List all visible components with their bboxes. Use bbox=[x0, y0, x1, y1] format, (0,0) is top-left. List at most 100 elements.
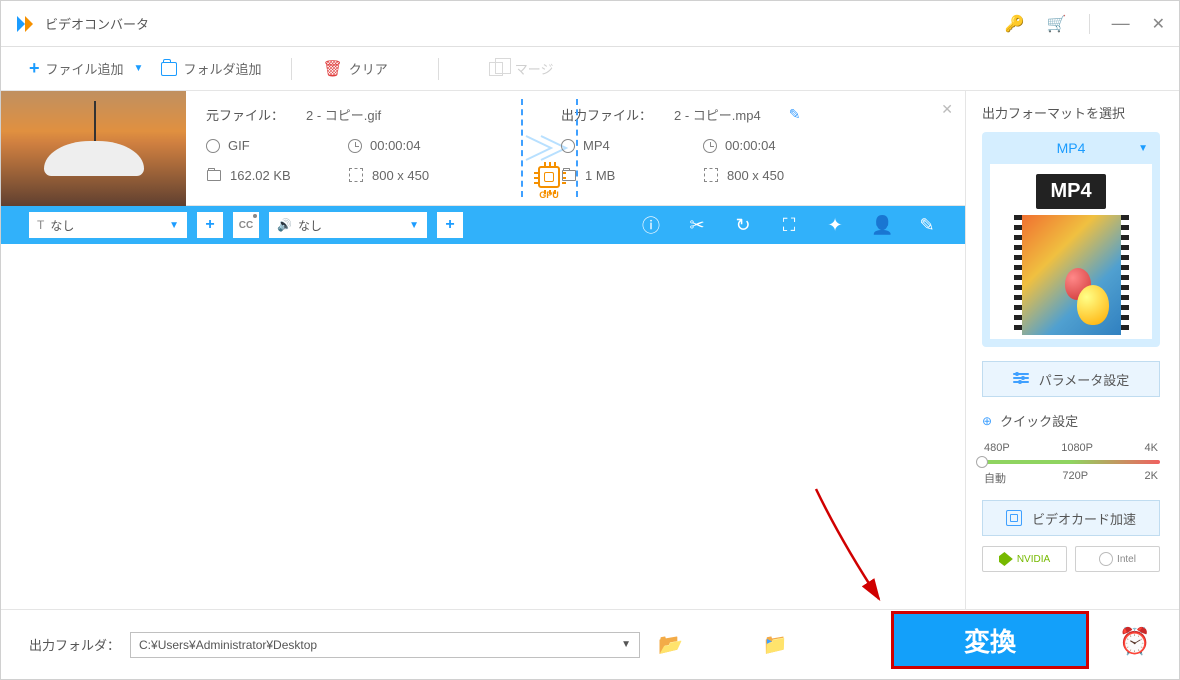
video-thumbnail[interactable] bbox=[1, 91, 186, 206]
edit-tool-icon[interactable]: ✎ bbox=[917, 215, 937, 236]
output-folder-select[interactable]: C:¥Users¥Administrator¥Desktop ▼ bbox=[130, 632, 640, 658]
sliders-icon bbox=[1013, 373, 1029, 385]
res-1080p: 1080P bbox=[1061, 442, 1093, 454]
key-icon[interactable]: 🔑 bbox=[1005, 14, 1025, 34]
clear-label: クリア bbox=[349, 59, 388, 78]
dimension-icon bbox=[704, 168, 718, 182]
target-icon: ⊕ bbox=[982, 414, 992, 428]
parameter-label: パラメータ設定 bbox=[1039, 370, 1130, 389]
gpu-acceleration-button[interactable]: ビデオカード加速 bbox=[982, 500, 1160, 536]
source-size: 162.02 KB bbox=[230, 168, 291, 183]
side-panel: 出力フォーマットを選択 MP4 ▼ MP4 パラメータ設定 ⊕ クイック設定 4… bbox=[966, 91, 1176, 609]
clock-icon bbox=[348, 139, 362, 153]
gpu-accel-label: ビデオカード加速 bbox=[1032, 509, 1136, 528]
size-icon bbox=[207, 170, 221, 181]
schedule-button[interactable]: ⏰ bbox=[1119, 626, 1151, 657]
close-button[interactable]: ✕ bbox=[1152, 14, 1165, 34]
source-file-label: 元ファイル： bbox=[206, 105, 284, 124]
minimize-button[interactable]: — bbox=[1112, 13, 1130, 34]
res-4k: 4K bbox=[1145, 442, 1158, 454]
add-audio-button[interactable]: + bbox=[437, 212, 463, 238]
output-folder-label: 出力フォルダ： bbox=[29, 635, 120, 654]
intel-logo-icon bbox=[1099, 552, 1113, 566]
clear-button[interactable]: 🗑 クリア bbox=[322, 59, 387, 79]
output-file-name: 2 - コピー.mp4 bbox=[674, 105, 761, 124]
crop-tool-icon[interactable]: ⛶ bbox=[779, 215, 799, 236]
remove-file-button[interactable]: ✕ bbox=[941, 101, 953, 118]
source-dimensions: 800 x 450 bbox=[372, 168, 429, 183]
source-file-name: 2 - コピー.gif bbox=[306, 105, 381, 124]
watermark-tool-icon[interactable]: 👤 bbox=[871, 215, 891, 236]
convert-button[interactable]: 変換 bbox=[891, 611, 1089, 669]
format-badge: MP4 bbox=[1036, 174, 1105, 209]
clock-icon bbox=[703, 139, 717, 153]
subtitle-value: なし bbox=[50, 217, 74, 234]
format-icon bbox=[561, 139, 575, 153]
chevron-down-icon: ▼ bbox=[169, 220, 179, 231]
add-subtitle-button[interactable]: + bbox=[197, 212, 223, 238]
add-folder-button[interactable]: フォルダ追加 bbox=[161, 59, 261, 78]
divider bbox=[1089, 14, 1090, 34]
info-tool-icon[interactable]: ⓘ bbox=[641, 212, 661, 238]
audio-select[interactable]: 🔊なし ▼ bbox=[269, 212, 427, 238]
trash-icon: 🗑 bbox=[322, 59, 342, 79]
plus-icon: + bbox=[29, 58, 40, 79]
output-format-title: 出力フォーマットを選択 bbox=[982, 103, 1160, 122]
chevron-down-icon: ▼ bbox=[409, 220, 419, 231]
intel-badge: Intel bbox=[1075, 546, 1160, 572]
speaker-icon: 🔊 bbox=[277, 218, 292, 232]
output-format: MP4 bbox=[583, 138, 610, 153]
app-logo-icon bbox=[15, 14, 35, 34]
format-icon bbox=[206, 139, 220, 153]
open-folder-button[interactable]: 📂 bbox=[658, 632, 683, 657]
text-icon: T bbox=[37, 218, 44, 232]
nvidia-badge: NVIDIA bbox=[982, 546, 1067, 572]
quick-settings-label: クイック設定 bbox=[1000, 411, 1078, 430]
merge-label: マージ bbox=[515, 59, 554, 78]
main-toolbar: + ファイル追加 ▼ フォルダ追加 🗑 クリア マージ bbox=[1, 47, 1179, 91]
parameter-settings-button[interactable]: パラメータ設定 bbox=[982, 361, 1160, 397]
merge-button: マージ bbox=[489, 59, 554, 78]
file-row: 元ファイル：2 - コピー.gif GIF 00:00:04 162.02 KB… bbox=[1, 91, 965, 206]
action-bar: T なし ▼ + CC 🔊なし ▼ + ⓘ ✂ ↻ ⛶ ✦ 👤 ✎ bbox=[1, 206, 965, 244]
output-size: 1 MB bbox=[585, 168, 615, 183]
cc-button[interactable]: CC bbox=[233, 212, 259, 238]
format-preview: MP4 bbox=[990, 164, 1152, 339]
quick-settings-header: ⊕ クイック設定 bbox=[982, 411, 1160, 430]
main-area: 元ファイル：2 - コピー.gif GIF 00:00:04 162.02 KB… bbox=[1, 91, 966, 609]
res-480p: 480P bbox=[984, 442, 1010, 454]
edit-output-icon[interactable]: ✎ bbox=[789, 106, 801, 123]
add-file-label: ファイル追加 bbox=[46, 59, 124, 78]
res-auto: 自動 bbox=[984, 470, 1006, 486]
merge-icon bbox=[489, 62, 503, 76]
separator bbox=[438, 58, 439, 80]
cart-icon[interactable]: 🛒 bbox=[1047, 14, 1067, 34]
nvidia-logo-icon bbox=[999, 552, 1013, 566]
size-icon bbox=[562, 170, 576, 181]
output-folder-path: C:¥Users¥Administrator¥Desktop bbox=[139, 638, 317, 652]
cut-tool-icon[interactable]: ✂ bbox=[687, 215, 707, 236]
format-name: MP4 bbox=[1057, 140, 1086, 156]
subtitle-select[interactable]: T なし ▼ bbox=[29, 212, 187, 238]
output-dimensions: 800 x 450 bbox=[727, 168, 784, 183]
chevron-down-icon: ▼ bbox=[621, 639, 631, 650]
app-title: ビデオコンバータ bbox=[45, 14, 149, 33]
res-720p: 720P bbox=[1062, 470, 1088, 486]
add-file-dropdown[interactable]: ▼ bbox=[134, 63, 144, 74]
chevron-down-icon[interactable]: ▼ bbox=[1138, 143, 1148, 154]
slider-thumb[interactable] bbox=[976, 456, 988, 468]
source-duration: 00:00:04 bbox=[370, 138, 421, 153]
format-selector[interactable]: MP4 ▼ MP4 bbox=[982, 132, 1160, 347]
res-2k: 2K bbox=[1145, 470, 1158, 486]
rotate-tool-icon[interactable]: ↻ bbox=[733, 215, 753, 236]
effects-tool-icon[interactable]: ✦ bbox=[825, 215, 845, 236]
add-file-button[interactable]: + ファイル追加 bbox=[29, 58, 124, 79]
open-video-folder-button[interactable]: 📁 bbox=[763, 632, 788, 657]
chip-icon bbox=[1006, 510, 1022, 526]
add-folder-label: フォルダ追加 bbox=[183, 59, 261, 78]
resolution-slider[interactable] bbox=[982, 460, 1160, 464]
gpu-label: GPU bbox=[531, 190, 567, 200]
title-bar: ビデオコンバータ 🔑 🛒 — ✕ bbox=[1, 1, 1179, 47]
output-file-label: 出力ファイル： bbox=[561, 105, 652, 124]
dimension-icon bbox=[349, 168, 363, 182]
